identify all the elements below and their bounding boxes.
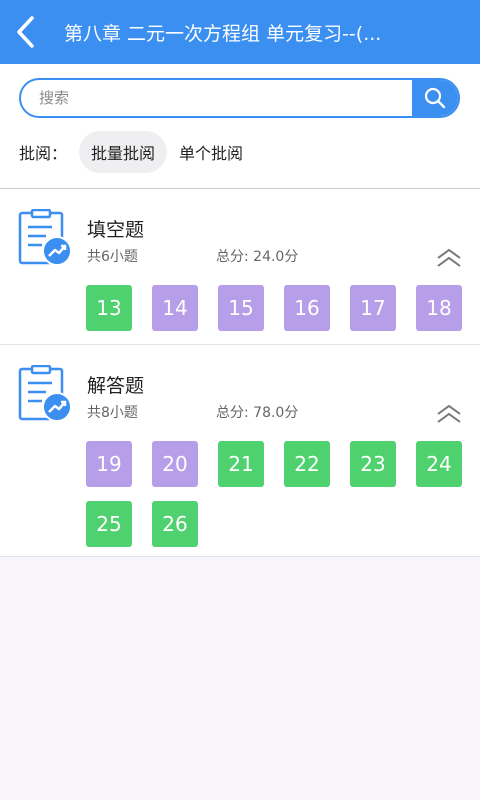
top-bar: 第八章 二元一次方程组 单元复习--(... <box>0 0 480 64</box>
question-20[interactable]: 20 <box>152 441 198 487</box>
question-19[interactable]: 19 <box>86 441 132 487</box>
search-icon <box>424 87 446 109</box>
question-grid: 13 14 15 16 17 18 <box>86 285 462 331</box>
single-review-chip[interactable]: 单个批阅 <box>167 131 255 173</box>
search-input[interactable] <box>21 80 412 116</box>
chevron-up-double-icon[interactable] <box>435 403 463 425</box>
total-score: 总分: 24.0分 <box>216 249 299 265</box>
clipboard-chart-icon <box>18 365 72 422</box>
question-22[interactable]: 22 <box>284 441 330 487</box>
question-21[interactable]: 21 <box>218 441 264 487</box>
question-26[interactable]: 26 <box>152 501 198 547</box>
section-title: 解答题 <box>87 375 145 397</box>
search-bar <box>19 78 460 118</box>
question-count: 共6小题 <box>87 249 138 265</box>
total-score: 总分: 78.0分 <box>216 405 299 421</box>
question-16[interactable]: 16 <box>284 285 330 331</box>
filter-area: 批阅： 批量批阅 单个批阅 <box>0 64 480 189</box>
question-17[interactable]: 17 <box>350 285 396 331</box>
section-title: 填空题 <box>87 219 145 241</box>
back-button[interactable] <box>0 0 50 64</box>
question-14[interactable]: 14 <box>152 285 198 331</box>
page-title: 第八章 二元一次方程组 单元复习--(... <box>64 22 382 45</box>
question-grid: 19 20 21 22 23 24 25 26 <box>86 441 462 547</box>
section-fill-in-blank: 填空题 共6小题 总分: 24.0分 13 14 15 16 17 18 <box>0 189 480 345</box>
question-15[interactable]: 15 <box>218 285 264 331</box>
question-count: 共8小题 <box>87 405 138 421</box>
section-problem-solving: 解答题 共8小题 总分: 78.0分 19 20 21 22 23 24 25 … <box>0 345 480 557</box>
batch-review-chip[interactable]: 批量批阅 <box>79 131 168 173</box>
review-mode-row: 批阅： 批量批阅 单个批阅 <box>19 130 255 174</box>
question-23[interactable]: 23 <box>350 441 396 487</box>
question-24[interactable]: 24 <box>416 441 462 487</box>
clipboard-chart-icon <box>18 209 72 266</box>
search-button[interactable] <box>412 80 458 116</box>
chevron-up-double-icon[interactable] <box>435 247 463 269</box>
chevron-left-icon <box>17 16 34 48</box>
question-18[interactable]: 18 <box>416 285 462 331</box>
question-25[interactable]: 25 <box>86 501 132 547</box>
review-label: 批阅： <box>19 144 68 163</box>
question-13[interactable]: 13 <box>86 285 132 331</box>
